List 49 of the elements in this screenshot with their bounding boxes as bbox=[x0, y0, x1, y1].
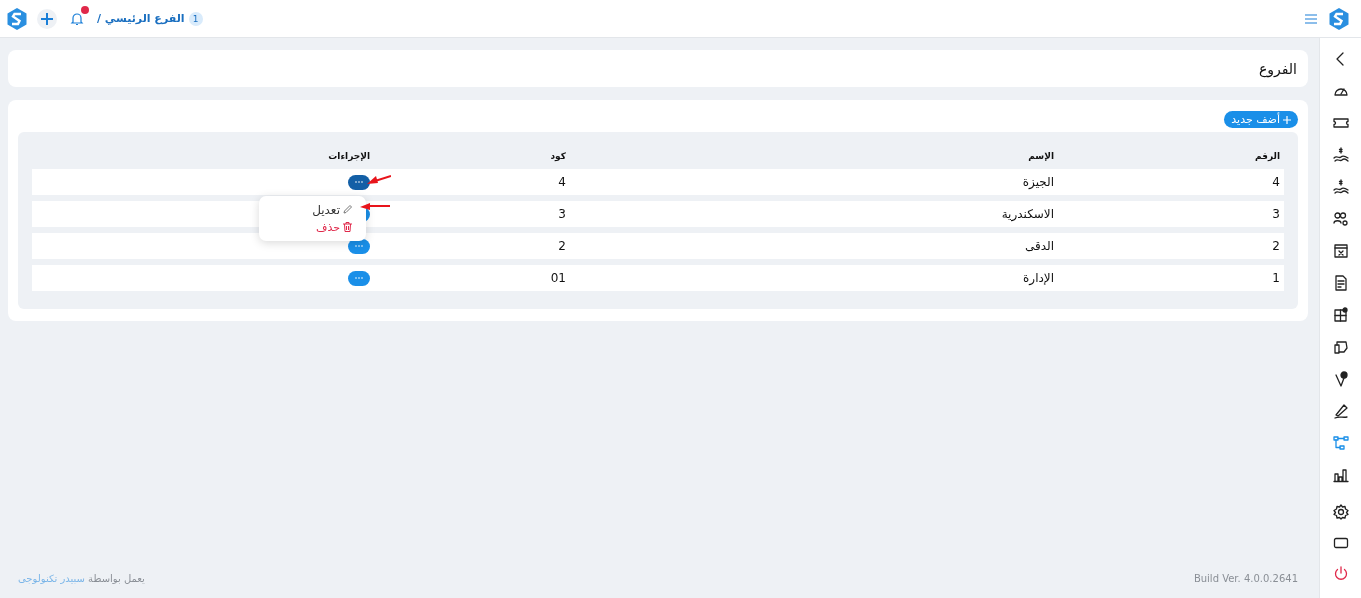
annotation-arrow bbox=[360, 202, 390, 211]
table-cell: 4 bbox=[1272, 175, 1280, 189]
table-cell: الجيزة bbox=[1022, 175, 1054, 189]
add-button[interactable] bbox=[37, 8, 57, 29]
hierarchy-icon[interactable] bbox=[1332, 435, 1349, 451]
power-icon[interactable] bbox=[1332, 565, 1349, 582]
table-cell: الدقى bbox=[1024, 239, 1054, 253]
table-cell: 4 bbox=[558, 175, 566, 189]
document-icon[interactable] bbox=[1332, 275, 1349, 291]
column-header: الإسم bbox=[1028, 151, 1054, 161]
ticket-icon[interactable] bbox=[1332, 115, 1349, 131]
plus-icon bbox=[1283, 115, 1291, 124]
pen-icon[interactable] bbox=[1332, 403, 1349, 419]
table-cell: الإدارة bbox=[1023, 271, 1054, 285]
add-new-button[interactable]: أضف جديد bbox=[1224, 111, 1298, 128]
table-cell: 2 bbox=[1272, 239, 1280, 253]
grid-plus-icon[interactable] bbox=[1332, 307, 1349, 323]
table-cell: 1 bbox=[1272, 271, 1280, 285]
branch-count-badge: 1 bbox=[188, 11, 203, 26]
bell-icon bbox=[70, 11, 84, 26]
table-cell: 3 bbox=[558, 207, 566, 221]
trash-icon bbox=[343, 222, 352, 232]
build-version: Build Ver. 4.0.0.2641 bbox=[1193, 573, 1298, 584]
table-cell: 2 bbox=[558, 239, 566, 253]
table-cell: 3 bbox=[1272, 207, 1280, 221]
settings-icon[interactable] bbox=[1332, 503, 1349, 520]
edit-menu-item[interactable]: تعديل bbox=[312, 202, 352, 217]
annotation-arrow bbox=[366, 174, 391, 185]
hand-money-icon[interactable] bbox=[1332, 179, 1349, 195]
pencil-icon bbox=[343, 205, 352, 214]
column-header: الإجراءات bbox=[328, 151, 370, 161]
column-header: كود bbox=[550, 151, 566, 161]
logo-icon bbox=[7, 7, 27, 30]
page-title: الفروع bbox=[1258, 60, 1297, 77]
column-header: الرقم bbox=[1255, 151, 1280, 161]
powered-by-text: يعمل بواسطة سبيدر تكنولوجى bbox=[18, 573, 145, 584]
delete-menu-item[interactable]: حذف bbox=[316, 220, 352, 234]
more-button[interactable] bbox=[348, 174, 370, 190]
table-cell: 01 bbox=[550, 271, 566, 285]
hand-money-icon[interactable] bbox=[1332, 147, 1349, 163]
logo-icon bbox=[1329, 7, 1349, 30]
breadcrumb-link[interactable]: الفرع الرئيسي / bbox=[97, 12, 185, 25]
calendar-x-icon[interactable] bbox=[1332, 243, 1349, 259]
users-gear-icon[interactable] bbox=[1332, 211, 1349, 227]
bar-chart-icon[interactable] bbox=[1332, 467, 1349, 483]
table-cell: الاسكندرية bbox=[1001, 207, 1054, 221]
device-icon[interactable] bbox=[1332, 339, 1349, 355]
plus-icon bbox=[40, 11, 54, 26]
more-button[interactable] bbox=[348, 270, 370, 286]
